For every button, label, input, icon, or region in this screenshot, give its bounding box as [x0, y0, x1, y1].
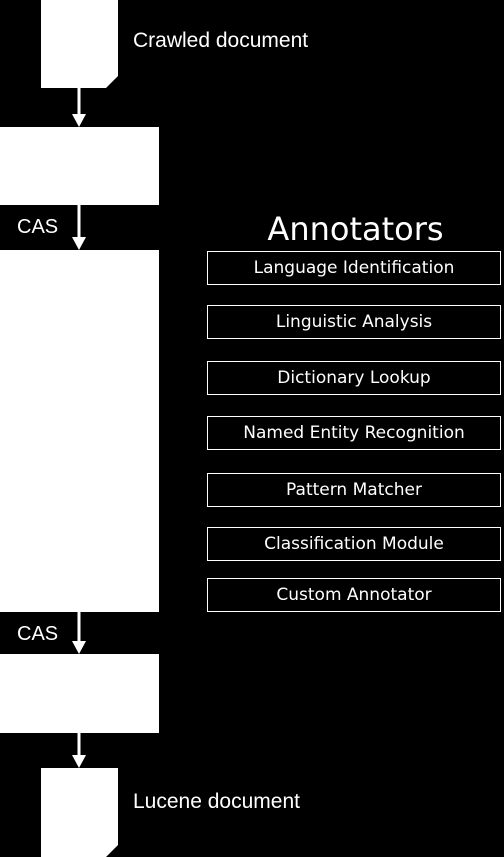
cas-label-2: CAS: [17, 623, 59, 645]
crawled-document-shape: [41, 0, 118, 88]
annotator-custom-annotator: Custom Annotator: [207, 578, 501, 612]
crawled-document-label: Crawled document: [133, 29, 309, 52]
arrow-doc-to-stage1: [72, 88, 86, 127]
annotator-named-entity-recognition: Named Entity Recognition: [207, 416, 501, 450]
annotator-dictionary-lookup: Dictionary Lookup: [207, 361, 501, 395]
cas-label-1: CAS: [17, 216, 59, 238]
annotator-pattern-matcher: Pattern Matcher: [207, 473, 501, 507]
arrow-annotation-to-stage3: [72, 612, 86, 654]
arrow-stage1-to-annotation: [72, 205, 86, 250]
stage-box-3: [0, 654, 159, 733]
arrow-stage3-to-doc: [72, 733, 86, 768]
annotator-language-identification: Language Identification: [207, 251, 501, 285]
annotators-title: Annotators: [267, 210, 444, 248]
annotator-classification-module: Classification Module: [207, 527, 501, 561]
lucene-document-shape: [41, 768, 118, 857]
annotator-linguistic-analysis: Linguistic Analysis: [207, 305, 501, 339]
annotation-stage-box: [0, 250, 159, 612]
stage-box-1: [0, 127, 159, 205]
lucene-document-label: Lucene document: [133, 790, 300, 813]
diagram-canvas: Crawled document Lucene document CAS CAS…: [0, 0, 504, 857]
